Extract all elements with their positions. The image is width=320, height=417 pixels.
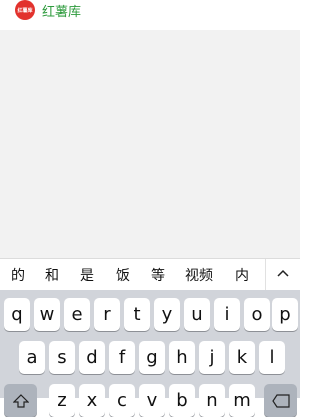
key-label: y bbox=[161, 304, 173, 325]
key-d[interactable]: d bbox=[79, 341, 105, 374]
key-i[interactable]: i bbox=[214, 298, 240, 331]
key-u[interactable]: u bbox=[184, 298, 210, 331]
backspace-icon bbox=[271, 393, 290, 408]
key-x[interactable]: x bbox=[79, 384, 105, 417]
key-label: h bbox=[176, 347, 188, 368]
key-label: i bbox=[224, 304, 230, 325]
key-label: a bbox=[26, 347, 38, 368]
key-label: v bbox=[146, 390, 158, 411]
candidate-item[interactable]: 和 bbox=[45, 265, 59, 285]
key-label: t bbox=[133, 304, 141, 325]
key-label: l bbox=[269, 347, 275, 368]
candidate-item[interactable]: 饭 bbox=[116, 265, 130, 285]
key-a[interactable]: a bbox=[19, 341, 45, 374]
content-area bbox=[0, 30, 300, 258]
chevron-up-icon[interactable] bbox=[276, 267, 290, 281]
key-s[interactable]: s bbox=[49, 341, 75, 374]
shift-key[interactable] bbox=[4, 384, 37, 417]
key-z[interactable]: z bbox=[49, 384, 75, 417]
key-w[interactable]: w bbox=[34, 298, 60, 331]
keyboard: q w e r t y u i o p a s d f g h j k l z … bbox=[0, 290, 300, 417]
candidate-item[interactable]: 内 bbox=[235, 265, 249, 285]
app-header: 红薯库 红薯库 bbox=[0, 0, 300, 30]
key-label: o bbox=[251, 304, 263, 325]
key-label: k bbox=[236, 347, 248, 368]
key-label: u bbox=[191, 304, 203, 325]
candidate-divider bbox=[265, 259, 266, 291]
key-label: p bbox=[279, 304, 291, 325]
key-m[interactable]: m bbox=[229, 384, 255, 417]
key-label: m bbox=[233, 390, 251, 411]
key-label: e bbox=[71, 304, 83, 325]
app-logo[interactable]: 红薯库 bbox=[15, 0, 35, 20]
key-c[interactable]: c bbox=[109, 384, 135, 417]
key-p[interactable]: p bbox=[272, 298, 298, 331]
key-v[interactable]: v bbox=[139, 384, 165, 417]
key-f[interactable]: f bbox=[109, 341, 135, 374]
key-y[interactable]: y bbox=[154, 298, 180, 331]
app-logo-text: 红薯库 bbox=[17, 7, 33, 14]
key-j[interactable]: j bbox=[199, 341, 225, 374]
key-e[interactable]: e bbox=[64, 298, 90, 331]
key-k[interactable]: k bbox=[229, 341, 255, 374]
shift-icon bbox=[12, 393, 29, 408]
key-label: n bbox=[206, 390, 218, 411]
key-label: d bbox=[86, 347, 98, 368]
app-name: 红薯库 bbox=[42, 5, 82, 20]
candidate-item[interactable]: 视频 bbox=[185, 265, 213, 285]
delete-key[interactable] bbox=[264, 384, 297, 417]
key-label: j bbox=[209, 347, 215, 368]
key-label: z bbox=[57, 390, 67, 411]
key-label: b bbox=[176, 390, 188, 411]
key-l[interactable]: l bbox=[259, 341, 285, 374]
key-q[interactable]: q bbox=[4, 298, 30, 331]
key-b[interactable]: b bbox=[169, 384, 195, 417]
key-label: f bbox=[118, 347, 126, 368]
candidate-item[interactable]: 的 bbox=[11, 265, 25, 285]
key-h[interactable]: h bbox=[169, 341, 195, 374]
key-label: q bbox=[11, 304, 23, 325]
key-t[interactable]: t bbox=[124, 298, 150, 331]
candidate-bar: 的 和 是 饭 等 视频 内 bbox=[0, 258, 300, 291]
key-label: x bbox=[86, 390, 98, 411]
candidate-item[interactable]: 等 bbox=[151, 265, 165, 285]
candidate-item[interactable]: 是 bbox=[80, 265, 94, 285]
key-g[interactable]: g bbox=[139, 341, 165, 374]
key-label: r bbox=[103, 304, 111, 325]
key-label: c bbox=[117, 390, 127, 411]
key-label: s bbox=[57, 347, 67, 368]
key-n[interactable]: n bbox=[199, 384, 225, 417]
key-r[interactable]: r bbox=[94, 298, 120, 331]
key-o[interactable]: o bbox=[244, 298, 270, 331]
key-label: w bbox=[39, 304, 55, 325]
key-label: g bbox=[146, 347, 158, 368]
